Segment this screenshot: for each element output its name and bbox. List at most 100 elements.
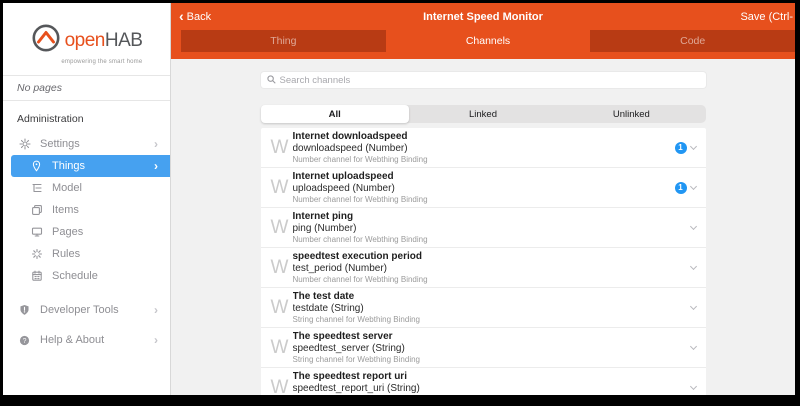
tab-thing[interactable]: Thing [181,30,386,52]
brand-text: openHAB [65,31,143,50]
channel-id: downloadspeed (Number) [293,143,675,155]
channel-text: Internet pingping (Number)Number channel… [293,211,691,244]
channel-id: testdate (String) [293,303,691,315]
channel-avatar: W [267,298,293,317]
items-copy-icon [29,204,44,216]
filter-segmented-control: AllLinkedUnlinked [261,105,706,123]
chevron-down-icon[interactable] [689,223,696,230]
content-area: AllLinkedUnlinked WInternet downloadspee… [171,59,795,395]
app-frame: openHAB empowering the smart home No pag… [3,3,795,395]
channel-row-actions: 1 [675,142,698,154]
tab-bar: ThingChannelsCode [171,30,795,59]
sidebar-item-settings[interactable]: Settings› [3,133,170,155]
channel-text: Internet uploadspeeduploadspeed (Number)… [293,171,675,204]
channel-id: ping (Number) [293,223,691,235]
sidebar-item-label: Schedule [52,270,160,282]
channel-id: speedtest_report_uri (String) [293,383,691,395]
tab-code[interactable]: Code [590,30,795,52]
tab-channels[interactable]: Channels [386,30,591,52]
sidebar: openHAB empowering the smart home No pag… [3,3,171,395]
sidebar-item-pages[interactable]: Pages [3,221,170,243]
chevron-down-icon[interactable] [689,383,696,390]
chevron-down-icon[interactable] [689,303,696,310]
chevron-down-icon[interactable] [689,183,696,190]
sidebar-item-label: Things [52,160,154,172]
model-tree-icon [29,182,44,194]
help-question-icon: ? [17,335,32,346]
filter-option-all[interactable]: All [261,105,409,123]
channel-row[interactable]: WThe speedtest report urispeedtest_repor… [261,368,706,395]
openhab-logo-icon [31,23,61,58]
channel-description: Number channel for Webthing Binding [293,195,675,204]
channel-row[interactable]: WThe test datetestdate (String)String ch… [261,288,706,328]
sidebar-item-label: Items [52,204,160,216]
channel-title: The test date [293,291,691,303]
chevron-down-icon[interactable] [689,142,696,149]
schedule-calendar-icon [29,270,44,282]
channel-row[interactable]: WInternet downloadspeeddownloadspeed (Nu… [261,128,706,168]
no-pages-label: No pages [3,76,170,100]
channel-list: WInternet downloadspeeddownloadspeed (Nu… [261,128,706,395]
channel-description: String channel for Webthing Binding [293,315,691,324]
channel-title: The speedtest report uri [293,371,691,383]
rules-sparkle-icon [29,248,44,260]
channel-row-actions [691,307,698,309]
channel-row-actions [691,267,698,269]
main-panel: ‹ Back Internet Speed Monitor Save (Ctrl… [171,3,795,395]
save-button[interactable]: Save (Ctrl- [740,11,793,23]
channel-avatar: W [267,138,293,157]
channel-description: Number channel for Webthing Binding [293,155,675,164]
channel-avatar: W [267,338,293,357]
search-box [261,72,706,88]
channel-row[interactable]: WInternet uploadspeeduploadspeed (Number… [261,168,706,208]
link-count-badge: 1 [675,142,687,154]
sidebar-item-things[interactable]: Things› [11,155,170,177]
sidebar-item-label: Model [52,182,160,194]
sidebar-item-items[interactable]: Items [3,199,170,221]
channel-row[interactable]: WInternet pingping (Number)Number channe… [261,208,706,248]
channel-title: Internet uploadspeed [293,171,675,183]
chevron-down-icon[interactable] [689,343,696,350]
channel-text: speedtest execution periodtest_period (N… [293,251,691,284]
filter-option-linked[interactable]: Linked [409,105,557,123]
admin-section-label: Administration [3,101,170,133]
channel-row[interactable]: WThe speedtest serverspeedtest_server (S… [261,328,706,368]
sidebar-nav: Settings›Things›ModelItemsPagesRulesSche… [3,133,170,395]
channel-id: test_period (Number) [293,263,691,275]
sidebar-item-label: Developer Tools [40,304,154,316]
sidebar-item-developer-tools[interactable]: Developer Tools› [3,299,170,321]
channel-avatar: W [267,378,293,395]
sidebar-item-model[interactable]: Model [3,177,170,199]
chevron-right-icon: › [154,137,158,151]
search-input[interactable] [280,75,700,86]
openhab-logo: openHAB empowering the smart home [3,3,170,75]
channel-id: speedtest_server (String) [293,343,691,355]
channel-text: Internet downloadspeeddownloadspeed (Num… [293,131,675,164]
back-button[interactable]: ‹ Back [179,10,211,24]
channel-title: Internet downloadspeed [293,131,675,143]
channel-description: String channel for Webthing Binding [293,355,691,364]
search-icon [267,71,280,89]
filter-option-unlinked[interactable]: Unlinked [557,105,705,123]
channel-title: speedtest execution period [293,251,691,263]
svg-text:?: ? [23,337,27,344]
chevron-right-icon: › [154,303,158,317]
chevron-down-icon[interactable] [689,263,696,270]
channel-id: uploadspeed (Number) [293,183,675,195]
channel-row[interactable]: Wspeedtest execution periodtest_period (… [261,248,706,288]
channel-row-actions [691,347,698,349]
sidebar-item-label: Rules [52,248,160,260]
sidebar-item-rules[interactable]: Rules [3,243,170,265]
sidebar-item-help-about[interactable]: ? Help & About› [3,329,170,351]
channel-row-actions: 1 [675,182,698,194]
page-title: Internet Speed Monitor [171,11,795,23]
channel-avatar: W [267,178,293,197]
pages-monitor-icon [29,226,44,238]
chevron-right-icon: › [154,333,158,347]
channel-description: Number channel for Webthing Binding [293,235,691,244]
sidebar-item-schedule[interactable]: Schedule [3,265,170,287]
sidebar-item-label: Help & About [40,334,154,346]
back-label: Back [187,11,211,23]
sidebar-item-label: Settings [40,138,154,150]
channel-avatar: W [267,218,293,237]
